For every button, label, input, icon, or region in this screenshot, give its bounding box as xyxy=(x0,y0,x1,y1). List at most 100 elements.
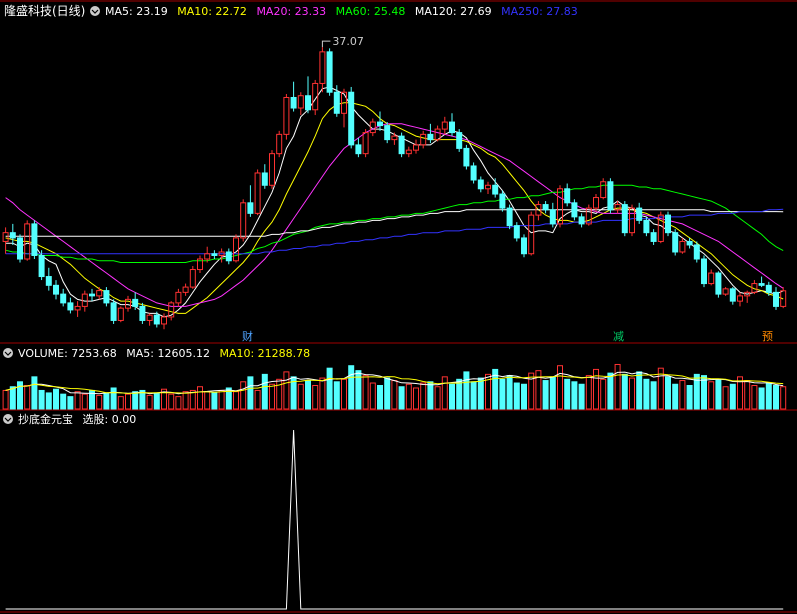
indicator-line xyxy=(5,429,784,610)
indicator-toggle-icon[interactable] xyxy=(3,414,13,424)
candle xyxy=(521,234,527,258)
candle xyxy=(355,137,362,158)
volume-bar xyxy=(434,386,441,410)
candle xyxy=(326,48,333,96)
candle xyxy=(283,93,290,140)
candle xyxy=(578,213,585,228)
candle xyxy=(564,183,571,207)
candle xyxy=(45,267,52,291)
candle xyxy=(110,299,117,324)
candle xyxy=(247,185,254,217)
candle xyxy=(485,181,491,195)
chart-title: 隆盛科技(日线) xyxy=(4,3,85,18)
volume-bar xyxy=(549,376,556,410)
candle xyxy=(672,229,679,256)
volume-bar xyxy=(636,371,643,410)
candle xyxy=(722,287,729,296)
volume-bar xyxy=(441,376,448,410)
volume-panel-header: VOLUME: 7253.68 MA5: 12605.12 MA10: 2128… xyxy=(3,347,310,360)
volume-bar xyxy=(391,380,398,410)
candle xyxy=(549,202,556,228)
ma20-label: MA20: 23.33 xyxy=(256,5,326,18)
candle xyxy=(319,47,326,93)
volume-bar xyxy=(614,363,621,410)
volume-bar xyxy=(305,380,311,410)
volume-bar xyxy=(420,382,427,410)
volume-toggle-icon[interactable] xyxy=(3,348,13,358)
candle xyxy=(17,234,23,263)
volume-bar xyxy=(125,393,131,410)
candle xyxy=(701,255,707,288)
volume-bar xyxy=(276,378,283,410)
candle xyxy=(643,216,650,237)
candle xyxy=(449,113,455,137)
volume-bar xyxy=(110,387,117,410)
candle xyxy=(427,123,434,144)
volume-bar xyxy=(117,396,124,410)
event-marker-financial[interactable]: 财 xyxy=(242,329,253,343)
volume-bar xyxy=(24,385,31,410)
volume-panel-bars xyxy=(2,363,787,410)
volume-bar xyxy=(377,385,383,410)
candle xyxy=(348,86,355,149)
candle xyxy=(506,204,513,230)
volume-bar xyxy=(355,370,362,410)
volume-bar xyxy=(557,365,563,410)
candle xyxy=(737,292,743,307)
volume-bar xyxy=(146,394,153,410)
candle xyxy=(146,313,153,326)
volume-bar xyxy=(686,385,693,410)
candle xyxy=(103,287,110,307)
candle xyxy=(24,220,31,261)
candle xyxy=(225,248,232,265)
volume-bar xyxy=(67,396,74,410)
volume-bar xyxy=(74,391,81,410)
volume-bar xyxy=(218,389,225,410)
volume-bar xyxy=(506,375,513,410)
candle xyxy=(377,111,383,131)
indicator-panel-header: 抄底金元宝 选股: 0.00 xyxy=(3,412,136,426)
candle xyxy=(60,288,67,307)
candle xyxy=(125,295,131,312)
volume-bar xyxy=(96,394,103,410)
candle xyxy=(715,271,722,298)
volume-bar xyxy=(607,372,614,410)
volume-bar xyxy=(60,393,67,410)
ma-line-ma5 xyxy=(5,86,784,318)
volume-bar xyxy=(45,392,52,410)
candle xyxy=(513,222,520,242)
main-panel-candles xyxy=(2,47,787,330)
ma120-label: MA120: 27.69 xyxy=(415,5,492,18)
volume-bar xyxy=(197,386,203,410)
volume-bar xyxy=(269,383,275,410)
volume-bar xyxy=(564,378,571,410)
event-marker-reduce[interactable]: 减 xyxy=(613,330,624,343)
candle xyxy=(636,202,643,224)
volume-bar xyxy=(456,378,463,410)
volume-bar xyxy=(427,381,434,410)
volume-bar xyxy=(398,386,405,410)
candle xyxy=(463,144,470,170)
candle xyxy=(254,169,261,216)
ma5-label: MA5: 23.19 xyxy=(105,5,168,18)
candle xyxy=(182,283,189,296)
volume-bar xyxy=(758,387,765,410)
volume-bar xyxy=(362,375,369,410)
volume-bar xyxy=(204,391,211,410)
candle xyxy=(571,199,578,221)
volume-bar xyxy=(585,375,592,410)
volume-bar xyxy=(665,376,671,410)
volume-bar xyxy=(650,381,657,410)
main-panel-ma-layer xyxy=(5,86,784,318)
volume-bar xyxy=(261,373,268,410)
peak-annotation: 37.07 xyxy=(321,35,364,48)
volume-bar xyxy=(38,389,45,410)
candle xyxy=(751,280,758,295)
candle xyxy=(420,130,427,149)
volume-bar xyxy=(672,383,679,410)
volume-bar xyxy=(9,386,16,410)
event-marker-forecast[interactable]: 预 xyxy=(762,330,773,343)
volume-bar xyxy=(765,382,772,410)
ma-toggle-icon[interactable] xyxy=(90,6,100,16)
peak-pointer xyxy=(321,40,331,48)
